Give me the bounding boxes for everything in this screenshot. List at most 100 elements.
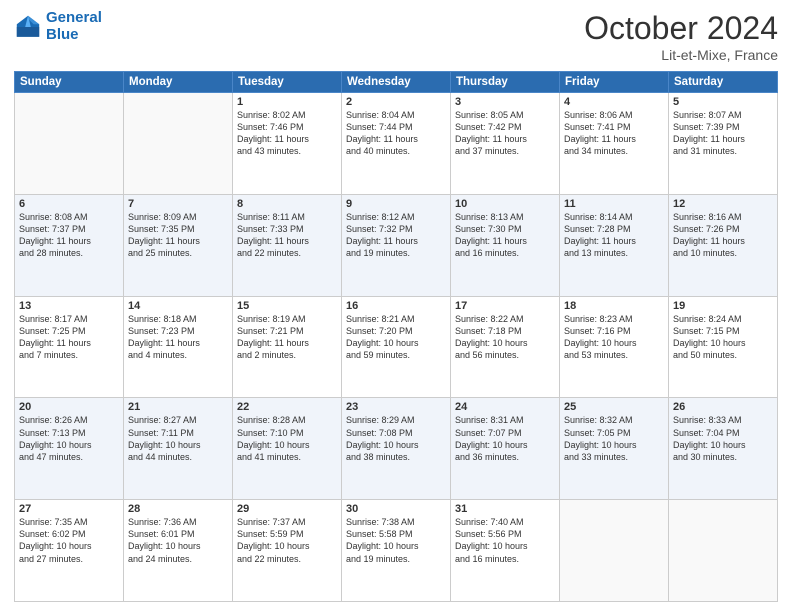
table-row (669, 500, 778, 602)
day-number: 9 (346, 198, 446, 210)
table-row: 11Sunrise: 8:14 AM Sunset: 7:28 PM Dayli… (560, 194, 669, 296)
day-info: Sunrise: 7:35 AM Sunset: 6:02 PM Dayligh… (19, 516, 119, 565)
table-row: 25Sunrise: 8:32 AM Sunset: 7:05 PM Dayli… (560, 398, 669, 500)
table-row (124, 93, 233, 195)
table-row: 27Sunrise: 7:35 AM Sunset: 6:02 PM Dayli… (15, 500, 124, 602)
table-row: 12Sunrise: 8:16 AM Sunset: 7:26 PM Dayli… (669, 194, 778, 296)
day-info: Sunrise: 8:05 AM Sunset: 7:42 PM Dayligh… (455, 109, 555, 158)
day-number: 30 (346, 503, 446, 515)
day-number: 15 (237, 300, 337, 312)
day-info: Sunrise: 8:24 AM Sunset: 7:15 PM Dayligh… (673, 313, 773, 362)
day-number: 6 (19, 198, 119, 210)
day-info: Sunrise: 8:14 AM Sunset: 7:28 PM Dayligh… (564, 211, 664, 260)
day-number: 5 (673, 96, 773, 108)
day-info: Sunrise: 8:18 AM Sunset: 7:23 PM Dayligh… (128, 313, 228, 362)
day-info: Sunrise: 8:16 AM Sunset: 7:26 PM Dayligh… (673, 211, 773, 260)
day-info: Sunrise: 8:22 AM Sunset: 7:18 PM Dayligh… (455, 313, 555, 362)
day-info: Sunrise: 8:29 AM Sunset: 7:08 PM Dayligh… (346, 414, 446, 463)
table-row: 15Sunrise: 8:19 AM Sunset: 7:21 PM Dayli… (233, 296, 342, 398)
table-row: 8Sunrise: 8:11 AM Sunset: 7:33 PM Daylig… (233, 194, 342, 296)
calendar-week-row: 20Sunrise: 8:26 AM Sunset: 7:13 PM Dayli… (15, 398, 778, 500)
table-row: 2Sunrise: 8:04 AM Sunset: 7:44 PM Daylig… (342, 93, 451, 195)
day-number: 26 (673, 401, 773, 413)
day-number: 23 (346, 401, 446, 413)
day-number: 22 (237, 401, 337, 413)
day-info: Sunrise: 8:09 AM Sunset: 7:35 PM Dayligh… (128, 211, 228, 260)
col-monday: Monday (124, 72, 233, 93)
table-row: 13Sunrise: 8:17 AM Sunset: 7:25 PM Dayli… (15, 296, 124, 398)
col-sunday: Sunday (15, 72, 124, 93)
day-info: Sunrise: 7:36 AM Sunset: 6:01 PM Dayligh… (128, 516, 228, 565)
day-number: 12 (673, 198, 773, 210)
day-info: Sunrise: 8:21 AM Sunset: 7:20 PM Dayligh… (346, 313, 446, 362)
day-number: 29 (237, 503, 337, 515)
day-number: 20 (19, 401, 119, 413)
location: Lit-et-Mixe, France (584, 47, 778, 63)
col-tuesday: Tuesday (233, 72, 342, 93)
table-row: 29Sunrise: 7:37 AM Sunset: 5:59 PM Dayli… (233, 500, 342, 602)
day-number: 2 (346, 96, 446, 108)
table-row: 22Sunrise: 8:28 AM Sunset: 7:10 PM Dayli… (233, 398, 342, 500)
table-row (560, 500, 669, 602)
day-number: 27 (19, 503, 119, 515)
logo-text: General Blue (46, 10, 102, 43)
day-info: Sunrise: 8:26 AM Sunset: 7:13 PM Dayligh… (19, 414, 119, 463)
table-row: 21Sunrise: 8:27 AM Sunset: 7:11 PM Dayli… (124, 398, 233, 500)
table-row: 31Sunrise: 7:40 AM Sunset: 5:56 PM Dayli… (451, 500, 560, 602)
month-title: October 2024 (584, 10, 778, 47)
calendar-header-row: Sunday Monday Tuesday Wednesday Thursday… (15, 72, 778, 93)
day-info: Sunrise: 8:31 AM Sunset: 7:07 PM Dayligh… (455, 414, 555, 463)
title-block: October 2024 Lit-et-Mixe, France (584, 10, 778, 63)
calendar-week-row: 13Sunrise: 8:17 AM Sunset: 7:25 PM Dayli… (15, 296, 778, 398)
header: General Blue October 2024 Lit-et-Mixe, F… (14, 10, 778, 63)
table-row (15, 93, 124, 195)
calendar-week-row: 1Sunrise: 8:02 AM Sunset: 7:46 PM Daylig… (15, 93, 778, 195)
day-info: Sunrise: 7:38 AM Sunset: 5:58 PM Dayligh… (346, 516, 446, 565)
day-number: 19 (673, 300, 773, 312)
day-info: Sunrise: 7:40 AM Sunset: 5:56 PM Dayligh… (455, 516, 555, 565)
col-thursday: Thursday (451, 72, 560, 93)
table-row: 1Sunrise: 8:02 AM Sunset: 7:46 PM Daylig… (233, 93, 342, 195)
table-row: 16Sunrise: 8:21 AM Sunset: 7:20 PM Dayli… (342, 296, 451, 398)
day-number: 28 (128, 503, 228, 515)
table-row: 20Sunrise: 8:26 AM Sunset: 7:13 PM Dayli… (15, 398, 124, 500)
day-number: 3 (455, 96, 555, 108)
table-row: 7Sunrise: 8:09 AM Sunset: 7:35 PM Daylig… (124, 194, 233, 296)
col-friday: Friday (560, 72, 669, 93)
day-info: Sunrise: 8:19 AM Sunset: 7:21 PM Dayligh… (237, 313, 337, 362)
day-info: Sunrise: 8:33 AM Sunset: 7:04 PM Dayligh… (673, 414, 773, 463)
day-info: Sunrise: 8:27 AM Sunset: 7:11 PM Dayligh… (128, 414, 228, 463)
col-saturday: Saturday (669, 72, 778, 93)
table-row: 23Sunrise: 8:29 AM Sunset: 7:08 PM Dayli… (342, 398, 451, 500)
table-row: 5Sunrise: 8:07 AM Sunset: 7:39 PM Daylig… (669, 93, 778, 195)
day-info: Sunrise: 8:11 AM Sunset: 7:33 PM Dayligh… (237, 211, 337, 260)
day-number: 7 (128, 198, 228, 210)
table-row: 28Sunrise: 7:36 AM Sunset: 6:01 PM Dayli… (124, 500, 233, 602)
day-info: Sunrise: 8:32 AM Sunset: 7:05 PM Dayligh… (564, 414, 664, 463)
day-number: 11 (564, 198, 664, 210)
day-number: 4 (564, 96, 664, 108)
day-number: 18 (564, 300, 664, 312)
day-info: Sunrise: 8:23 AM Sunset: 7:16 PM Dayligh… (564, 313, 664, 362)
day-number: 21 (128, 401, 228, 413)
day-info: Sunrise: 8:13 AM Sunset: 7:30 PM Dayligh… (455, 211, 555, 260)
day-number: 1 (237, 96, 337, 108)
table-row: 10Sunrise: 8:13 AM Sunset: 7:30 PM Dayli… (451, 194, 560, 296)
calendar-week-row: 6Sunrise: 8:08 AM Sunset: 7:37 PM Daylig… (15, 194, 778, 296)
table-row: 4Sunrise: 8:06 AM Sunset: 7:41 PM Daylig… (560, 93, 669, 195)
table-row: 19Sunrise: 8:24 AM Sunset: 7:15 PM Dayli… (669, 296, 778, 398)
calendar-table: Sunday Monday Tuesday Wednesday Thursday… (14, 71, 778, 602)
day-number: 8 (237, 198, 337, 210)
col-wednesday: Wednesday (342, 72, 451, 93)
day-info: Sunrise: 7:37 AM Sunset: 5:59 PM Dayligh… (237, 516, 337, 565)
day-info: Sunrise: 8:17 AM Sunset: 7:25 PM Dayligh… (19, 313, 119, 362)
day-number: 13 (19, 300, 119, 312)
logo-line2: Blue (46, 26, 79, 43)
day-info: Sunrise: 8:06 AM Sunset: 7:41 PM Dayligh… (564, 109, 664, 158)
day-number: 24 (455, 401, 555, 413)
logo-icon (14, 13, 42, 41)
day-info: Sunrise: 8:07 AM Sunset: 7:39 PM Dayligh… (673, 109, 773, 158)
day-info: Sunrise: 8:02 AM Sunset: 7:46 PM Dayligh… (237, 109, 337, 158)
table-row: 17Sunrise: 8:22 AM Sunset: 7:18 PM Dayli… (451, 296, 560, 398)
day-number: 17 (455, 300, 555, 312)
